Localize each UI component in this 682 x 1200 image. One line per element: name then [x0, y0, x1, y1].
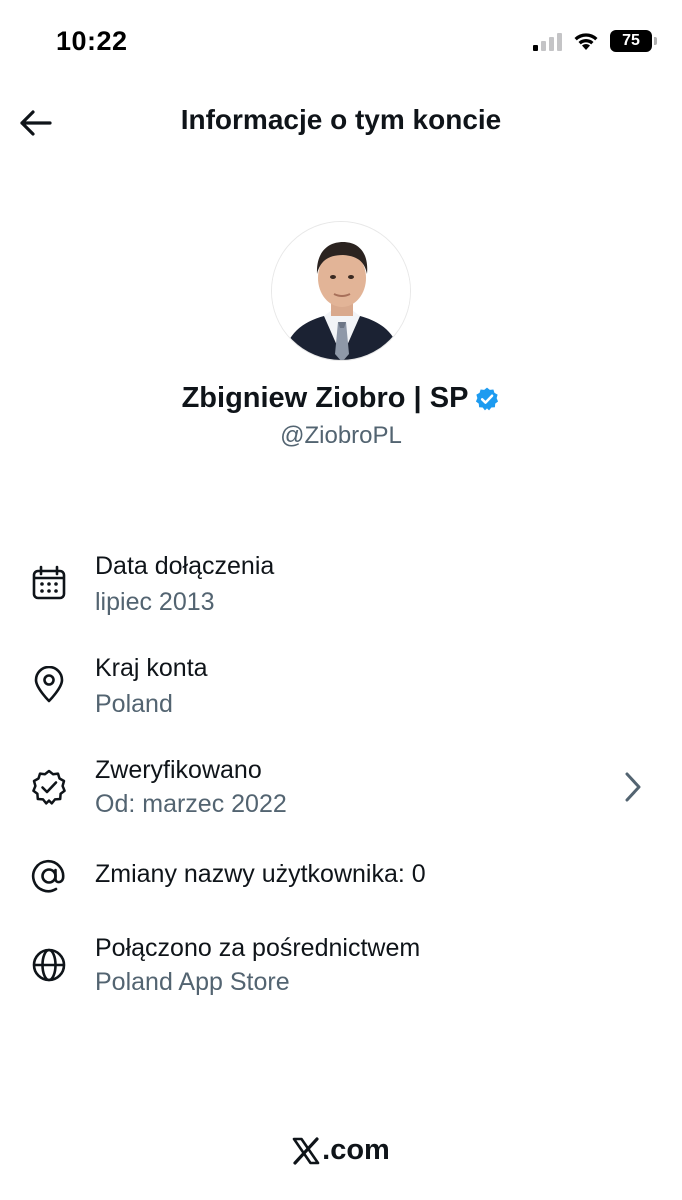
detail-row-verified[interactable]: Zweryfikowano Od: marzec 2022 [0, 750, 682, 830]
location-pin-icon [34, 666, 64, 703]
display-name-row: Zbigniew Ziobro | SP [0, 382, 682, 415]
wifi-icon [574, 33, 598, 50]
detail-value: Poland App Store [95, 968, 290, 996]
logo-text: .com [322, 1134, 390, 1166]
detail-title: Zmiany nazwy użytkownika: 0 [95, 860, 426, 888]
status-time: 10:22 [56, 26, 128, 56]
handle: @ZiobroPL [280, 422, 402, 449]
avatar[interactable] [271, 221, 411, 361]
detail-value: Od: marzec 2022 [95, 790, 287, 818]
signal-icon [533, 31, 562, 51]
detail-title: Kraj konta [95, 654, 208, 682]
verified-check-icon [476, 387, 499, 410]
detail-title: Połączono za pośrednictwem [95, 934, 421, 962]
profile-photo [272, 222, 410, 360]
page-title: Informacje o tym koncie [180, 104, 502, 135]
detail-title: Data dołączenia [95, 552, 275, 580]
display-name: Zbigniew Ziobro | SP [181, 382, 469, 414]
detail-row-account-country: Kraj konta Poland [0, 648, 682, 728]
detail-value: lipiec 2013 [95, 588, 215, 616]
detail-value: Poland [95, 690, 173, 718]
globe-icon [32, 948, 66, 982]
account-info-screen: 10:22 75 Informacje o tym koncie Zbignie… [0, 0, 682, 1200]
calendar-icon [32, 565, 66, 600]
chevron-right-icon [625, 772, 641, 802]
at-sign-icon [31, 859, 65, 893]
verified-badge-icon [32, 769, 66, 805]
x-com-logo: .com [0, 1134, 682, 1167]
x-logo-icon [292, 1136, 320, 1165]
battery-level: 75 [622, 32, 640, 49]
detail-row-username-changes: Zmiany nazwy użytkownika: 0 [0, 852, 682, 902]
battery-indicator: 75 [610, 30, 657, 52]
status-indicators: 75 [533, 30, 657, 52]
detail-row-join-date: Data dołączenia lipiec 2013 [0, 546, 682, 626]
detail-row-connected-via: Połączono za pośrednictwem Poland App St… [0, 928, 682, 1008]
detail-title: Zweryfikowano [95, 756, 262, 784]
